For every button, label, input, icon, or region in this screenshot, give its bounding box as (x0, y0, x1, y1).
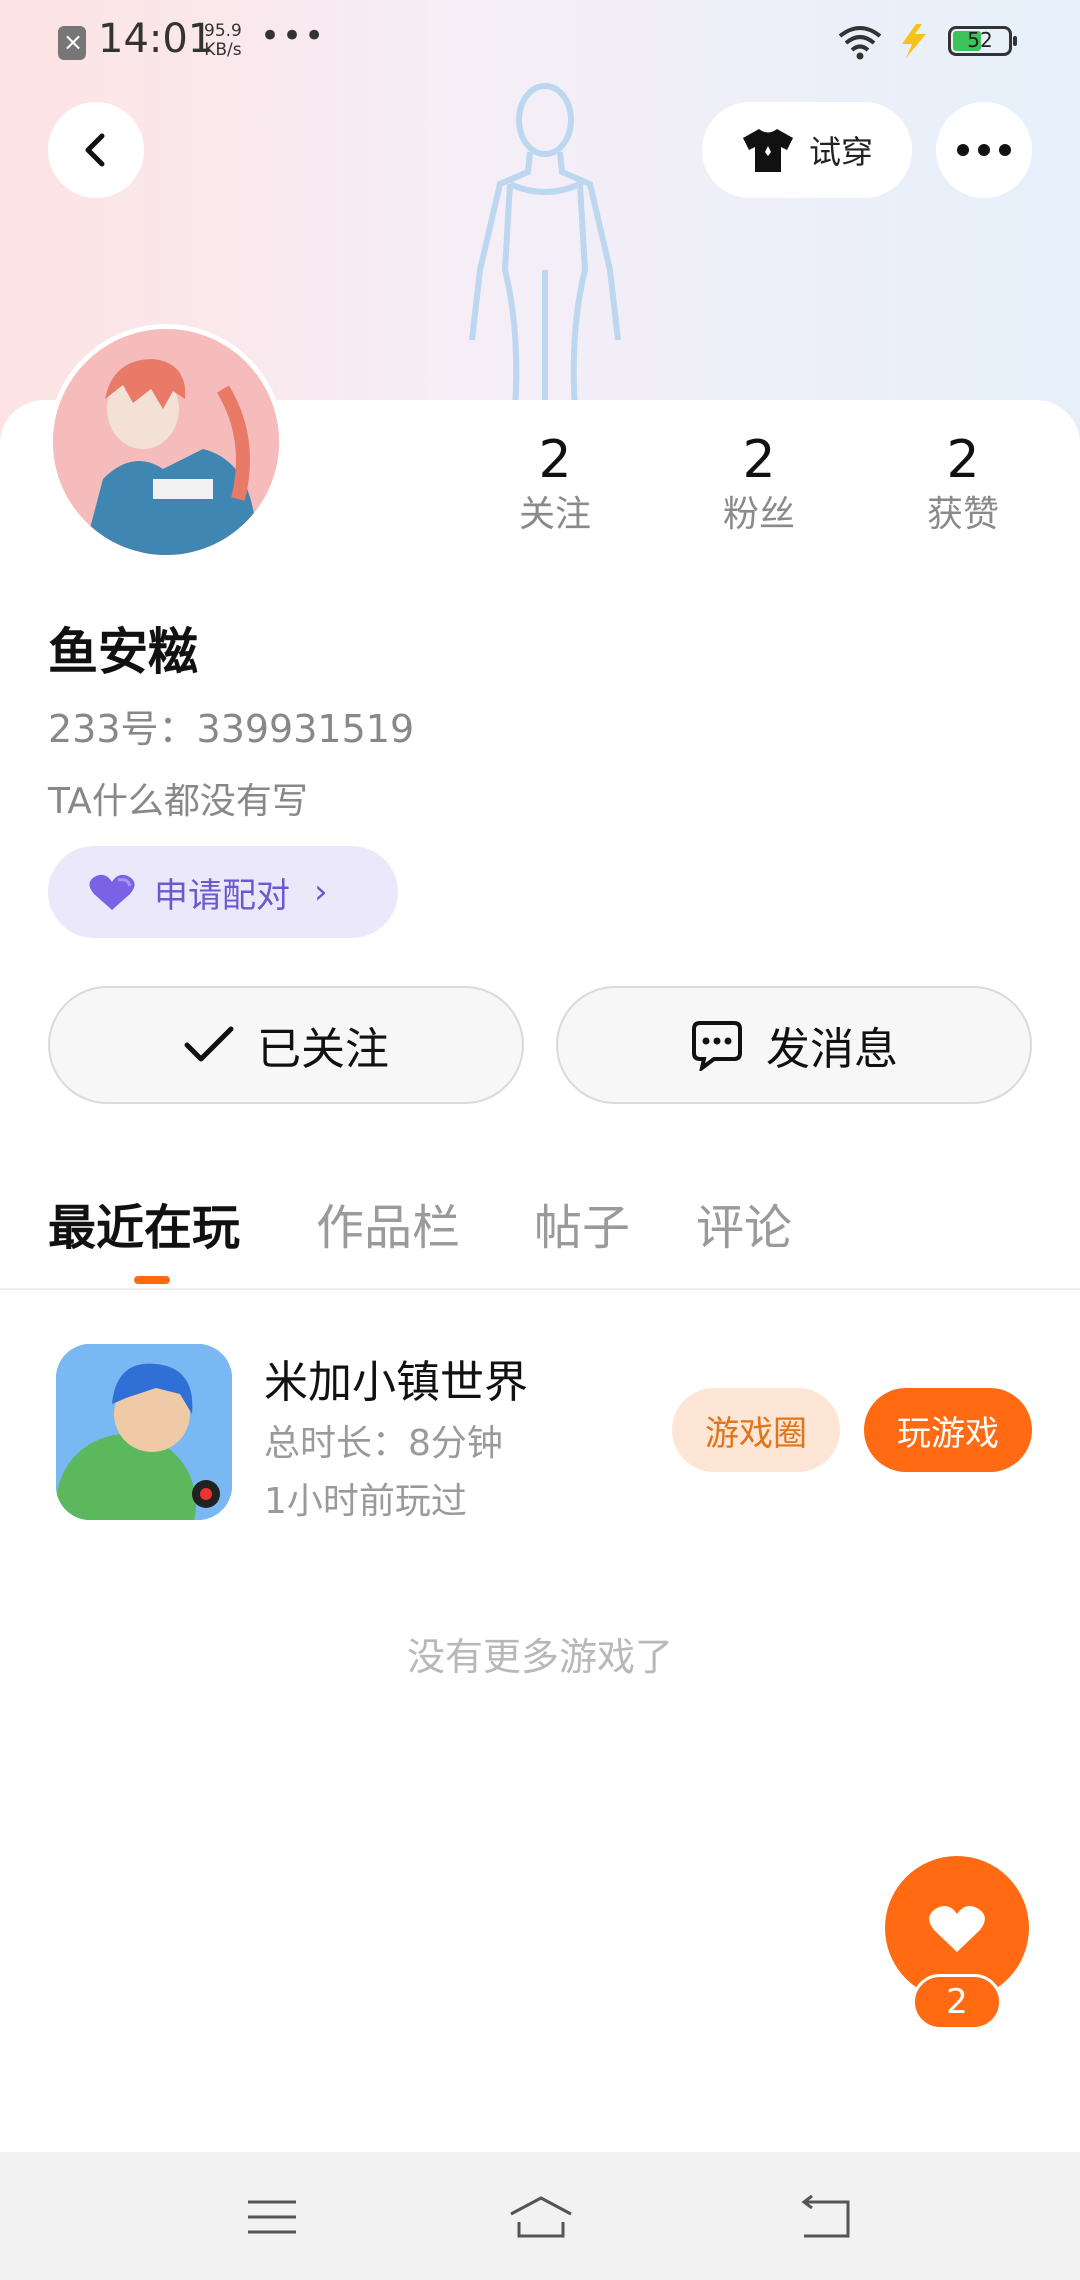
stat-label: 获赞 (926, 494, 999, 535)
try-on-label: 试穿 (808, 133, 873, 171)
stat-label: 关注 (518, 494, 591, 535)
avatar-3d-figure (469, 83, 621, 410)
wifi-icon (838, 26, 882, 60)
tab-posts[interactable]: 帖子 (534, 1188, 630, 1258)
no-more-games-text: 没有更多游戏了 (406, 1635, 673, 1679)
battery-level: 52 (967, 28, 993, 52)
check-icon (184, 1026, 234, 1062)
tab-works[interactable]: 作品栏 (316, 1188, 460, 1258)
more-options-button[interactable] (936, 102, 1032, 198)
home-icon[interactable] (505, 2192, 577, 2242)
profile-bio: TA什么都没有写 (48, 781, 308, 822)
more-icon (957, 144, 1011, 156)
profile-uid: 233号：339931519 (48, 707, 415, 751)
game-circle-button[interactable]: 游戏圈 (672, 1388, 840, 1472)
game-app-icon[interactable] (56, 1344, 232, 1520)
return-icon[interactable] (796, 2192, 856, 2242)
status-bar: 14:01 95.9 KB/s ••• 52 (0, 0, 1080, 84)
stat-value: 2 (742, 430, 776, 490)
game-last-played: 1小时前玩过 (264, 1481, 467, 1522)
battery-indicator: 52 (948, 26, 1017, 56)
status-time: 14:01 (98, 16, 214, 62)
heart-icon (929, 1906, 985, 1952)
stat-fans[interactable]: 2 粉丝 (684, 430, 834, 540)
stat-likes[interactable]: 2 获赞 (888, 430, 1038, 540)
play-game-button[interactable]: 玩游戏 (864, 1388, 1032, 1472)
followed-button[interactable]: 已关注 (48, 986, 524, 1104)
profile-stats: 2 关注 2 粉丝 2 获赞 (480, 430, 1040, 560)
profile-tabs: 最近在玩 作品栏 帖子 评论 (0, 1170, 1080, 1290)
more-notifications-icon: ••• (260, 16, 327, 56)
apply-pair-label: 申请配对 (154, 875, 290, 916)
system-navigation-bar (0, 2152, 1080, 2280)
send-message-button[interactable]: 发消息 (556, 986, 1032, 1104)
try-on-button[interactable]: 试穿 (702, 102, 912, 198)
profile-name: 鱼安糍 (48, 623, 198, 681)
stat-following[interactable]: 2 关注 (480, 430, 630, 540)
game-title: 米加小镇世界 (264, 1357, 528, 1408)
like-count-badge: 2 (912, 1974, 1002, 2030)
chevron-right-icon: › (314, 872, 328, 912)
no-sim-icon (58, 26, 86, 60)
network-speed-value: 95.9 (204, 21, 242, 41)
tshirt-icon (742, 129, 793, 172)
network-speed: 95.9 KB/s (204, 22, 242, 60)
apply-pair-button[interactable]: 申请配对 › (48, 846, 398, 938)
network-speed-unit: KB/s (204, 40, 242, 60)
game-icon-illustration (56, 1344, 232, 1520)
stat-value: 2 (538, 430, 572, 490)
chat-icon (692, 1021, 742, 1071)
menu-icon[interactable] (242, 2192, 302, 2242)
tab-recently-played[interactable]: 最近在玩 (48, 1188, 240, 1258)
avatar[interactable] (48, 324, 284, 560)
tab-comments[interactable]: 评论 (696, 1188, 792, 1258)
stat-value: 2 (946, 430, 980, 490)
send-message-label: 发消息 (766, 1024, 898, 1075)
heart-icon (89, 874, 135, 910)
back-button[interactable] (48, 102, 144, 198)
active-tab-indicator (134, 1276, 170, 1284)
game-total-time: 总时长：8分钟 (264, 1423, 503, 1464)
stat-label: 粉丝 (722, 494, 795, 535)
bolt-icon (902, 24, 926, 58)
back-icon (85, 133, 105, 167)
followed-label: 已关注 (257, 1024, 389, 1075)
avatar-illustration (53, 329, 279, 555)
list-item[interactable]: 米加小镇世界 总时长：8分钟 1小时前玩过 游戏圈 玩游戏 (0, 1340, 1080, 1522)
